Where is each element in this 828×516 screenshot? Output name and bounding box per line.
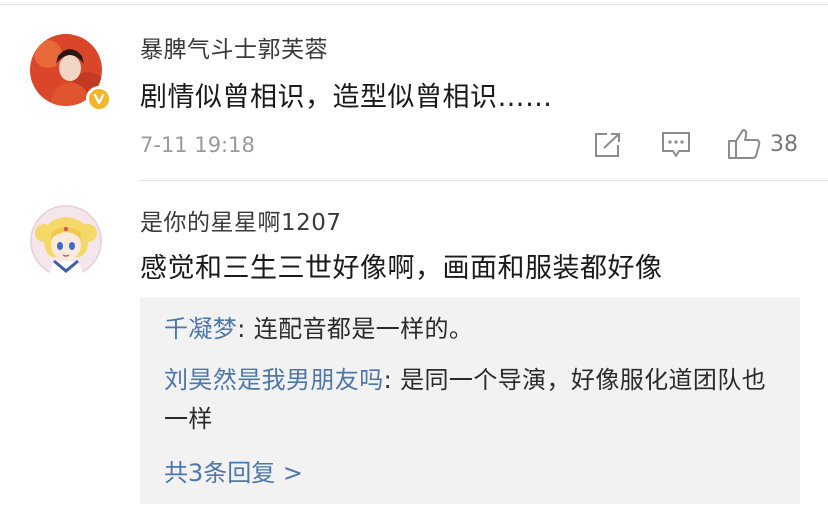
reply-box: 千凝梦: 连配音都是一样的。 刘昊然是我男朋友吗: 是同一个导演，好像服化道团队… [140, 297, 800, 504]
reply-item: 刘昊然是我男朋友吗: 是同一个导演，好像服化道团队也一样 [164, 361, 784, 439]
top-divider [0, 4, 828, 5]
more-replies-link[interactable]: 共3条回复 > [164, 453, 303, 488]
reply-separator: : [383, 366, 401, 394]
reply-item: 千凝梦: 连配音都是一样的。 [164, 310, 784, 349]
reply-username[interactable]: 刘昊然是我男朋友吗 [164, 366, 384, 394]
comment-username[interactable]: 是你的星星啊1207 [140, 203, 342, 237]
avatar[interactable] [30, 205, 102, 277]
user-avatar-icon [30, 205, 102, 277]
reply-username[interactable]: 千凝梦 [164, 315, 237, 343]
comment-timestamp: 7-11 19:18 [140, 133, 255, 157]
comment-icon[interactable] [661, 130, 691, 160]
share-icon[interactable] [593, 131, 623, 159]
comment-text: 剧情似曾相识，造型似曾相识…… [140, 82, 553, 113]
like-icon[interactable] [727, 128, 761, 160]
comment-username[interactable]: 暴脾气斗士郭芙蓉 [140, 30, 328, 64]
reply-text: 连配音都是一样的。 [253, 315, 474, 343]
like-count: 38 [770, 132, 798, 157]
comment-divider [140, 180, 828, 181]
verified-badge-icon [86, 86, 112, 112]
comment-text: 感觉和三生三世好像啊，画面和服装都好像 [140, 253, 663, 284]
reply-separator: : [237, 315, 254, 343]
